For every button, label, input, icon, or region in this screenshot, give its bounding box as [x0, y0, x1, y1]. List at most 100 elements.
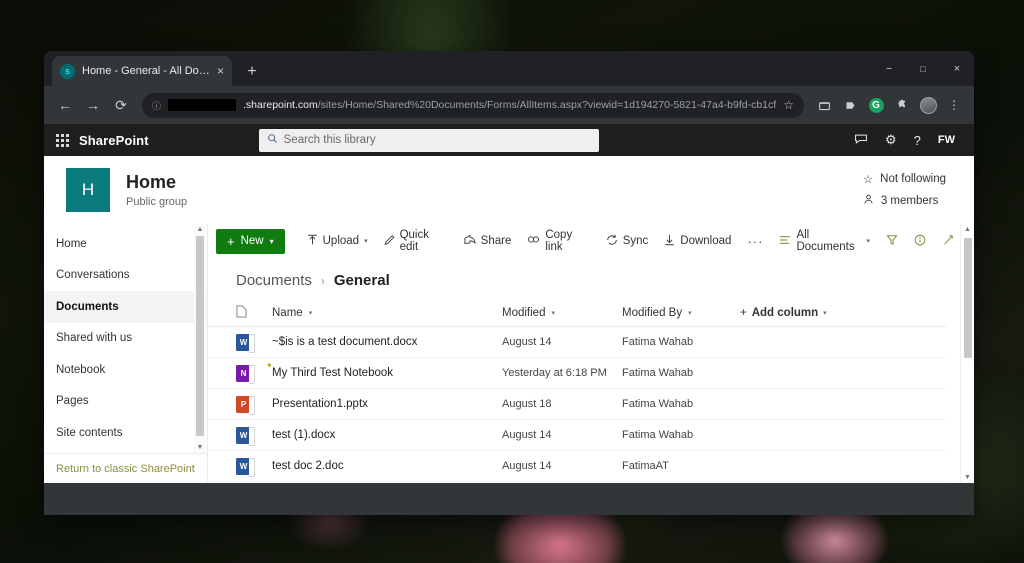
sidebar-item-conversations[interactable]: Conversations: [44, 260, 207, 292]
members-button[interactable]: 3 members: [863, 190, 946, 212]
maximize-button[interactable]: □: [906, 51, 940, 86]
view-selector-button[interactable]: All Documents ▾: [771, 228, 878, 254]
sidebar-item-notebook[interactable]: Notebook: [44, 354, 207, 386]
nav-list: Home Conversations Documents Shared with…: [44, 224, 207, 453]
chevron-down-icon: ▾: [308, 309, 313, 317]
filter-icon: [886, 234, 898, 249]
browser-tabstrip: s Home - General - All Documents × + − □…: [44, 51, 974, 86]
window-controls: − □ ×: [872, 51, 974, 86]
help-icon[interactable]: ?: [914, 133, 921, 148]
site-identity: Home Public group: [126, 172, 187, 209]
file-name-wrap: ✦ My Third Test Notebook: [266, 361, 393, 379]
app-launcher-icon[interactable]: [55, 133, 69, 147]
follow-button[interactable]: ☆ Not following: [863, 168, 946, 190]
close-window-button[interactable]: ×: [940, 51, 974, 86]
minimize-button[interactable]: −: [872, 51, 906, 86]
more-commands-button[interactable]: ···: [739, 234, 771, 249]
reload-button[interactable]: ⟳: [108, 92, 134, 118]
breadcrumb-parent[interactable]: Documents: [236, 272, 312, 289]
grammarly-icon[interactable]: G: [864, 92, 888, 118]
pencil-icon: [384, 234, 395, 249]
sidebar-scrollbar[interactable]: ▲ ▼: [194, 224, 206, 453]
details-info-button[interactable]: [906, 228, 934, 254]
gear-icon[interactable]: ⚙: [885, 132, 897, 148]
file-name-cell[interactable]: ✦ My Third Test Notebook: [266, 361, 502, 379]
address-bar[interactable]: ⓘ .sharepoint.com/sites/Home/Shared%20Do…: [142, 92, 804, 118]
scroll-down-icon[interactable]: ▼: [197, 442, 204, 453]
scrollbar-thumb[interactable]: [196, 236, 204, 436]
plus-icon: +: [227, 233, 235, 249]
modified-by-cell: Fatima Wahab: [622, 336, 694, 348]
table-row[interactable]: W test doc 2.doc August 14 FatimaAT: [208, 451, 946, 482]
table-row[interactable]: W test (1).docx August 14 Fatima Wahab: [208, 420, 946, 451]
add-column-button[interactable]: + Add column ▾: [740, 307, 827, 319]
feedback-icon[interactable]: [854, 133, 868, 148]
breadcrumb: Documents › General: [208, 258, 974, 299]
forward-button[interactable]: →: [80, 92, 106, 118]
return-to-classic-link[interactable]: Return to classic SharePoint: [44, 453, 207, 483]
new-tab-button[interactable]: +: [242, 64, 262, 80]
sidebar-item-pages[interactable]: Pages: [44, 386, 207, 418]
wallet-icon[interactable]: [812, 92, 836, 118]
onenote-icon: N: [236, 364, 255, 384]
site-logo: H: [66, 168, 110, 212]
nav-label: Site contents: [56, 426, 123, 439]
tag-icon[interactable]: [838, 92, 862, 118]
scroll-up-icon[interactable]: ▲: [964, 226, 971, 233]
file-name-cell[interactable]: Presentation1.pptx: [272, 398, 502, 410]
table-row[interactable]: W test doc 3.docx August 14 FatimaAT: [208, 482, 946, 483]
new-button[interactable]: + New ▾: [216, 228, 285, 254]
search-input[interactable]: [283, 134, 591, 146]
table-row[interactable]: P Presentation1.pptx August 18 Fatima Wa…: [208, 389, 946, 420]
site-info-icon[interactable]: ⓘ: [152, 99, 161, 112]
file-type-column-icon[interactable]: [236, 304, 272, 321]
download-icon: [664, 234, 675, 249]
share-button[interactable]: Share: [456, 228, 520, 254]
column-header-name[interactable]: Name ▾: [272, 307, 502, 319]
bookmark-star-icon[interactable]: ☆: [783, 98, 794, 112]
profile-avatar-icon[interactable]: [916, 92, 940, 118]
site-body: Home Conversations Documents Shared with…: [44, 224, 974, 483]
content-scrollbar[interactable]: ▲ ▼: [960, 224, 974, 483]
modified-cell: August 14: [502, 429, 552, 441]
download-button[interactable]: Download: [656, 228, 739, 254]
file-name-cell[interactable]: ~$is is a test document.docx: [272, 336, 502, 348]
file-name: test (1).docx: [272, 429, 336, 441]
upload-button[interactable]: Upload ▾: [299, 228, 376, 254]
quick-edit-button[interactable]: Quick edit: [376, 228, 456, 254]
column-header-modified[interactable]: Modified ▾: [502, 307, 622, 319]
sidebar-item-documents[interactable]: Documents: [44, 291, 207, 323]
copy-link-button[interactable]: Copy link: [519, 228, 597, 254]
word-icon: W: [236, 426, 255, 446]
sync-button[interactable]: Sync: [598, 228, 657, 254]
file-name-cell[interactable]: test (1).docx: [272, 429, 502, 441]
expand-button[interactable]: [934, 228, 962, 254]
column-header-modified-by[interactable]: Modified By ▾: [622, 307, 740, 319]
file-type-icon: W: [236, 426, 272, 446]
share-icon: [464, 233, 476, 249]
scrollbar-thumb[interactable]: [964, 238, 972, 358]
scroll-down-icon[interactable]: ▼: [964, 474, 971, 481]
nav-label: Home: [56, 237, 87, 250]
table-row[interactable]: W ~$is is a test document.docx August 14…: [208, 327, 946, 358]
filter-button[interactable]: [878, 228, 906, 254]
scroll-up-icon[interactable]: ▲: [197, 224, 204, 235]
left-navigation: Home Conversations Documents Shared with…: [44, 224, 208, 483]
plus-icon: +: [740, 306, 747, 319]
search-box[interactable]: [258, 128, 599, 152]
sharepoint-brand[interactable]: SharePoint: [79, 133, 149, 148]
sidebar-item-recycle-bin[interactable]: Recycle bin: [44, 449, 207, 454]
url-text: .sharepoint.com/sites/Home/Shared%20Docu…: [243, 99, 777, 111]
file-name-cell[interactable]: test doc 2.doc: [272, 460, 502, 472]
command-bar: + New ▾ Upload ▾ Quick edit Share Copy l…: [208, 224, 974, 258]
browser-menu-icon[interactable]: ⋮: [942, 92, 966, 118]
close-tab-icon[interactable]: ×: [217, 65, 224, 77]
sidebar-item-site-contents[interactable]: Site contents: [44, 417, 207, 449]
table-row[interactable]: N ✦ My Third Test Notebook Yesterday at 6…: [208, 358, 946, 389]
sidebar-item-home[interactable]: Home: [44, 228, 207, 260]
sidebar-item-shared-with-us[interactable]: Shared with us: [44, 323, 207, 355]
browser-tab[interactable]: s Home - General - All Documents ×: [52, 56, 232, 86]
user-avatar[interactable]: FW: [938, 134, 955, 146]
back-button[interactable]: ←: [52, 92, 78, 118]
puzzle-icon[interactable]: [890, 92, 914, 118]
